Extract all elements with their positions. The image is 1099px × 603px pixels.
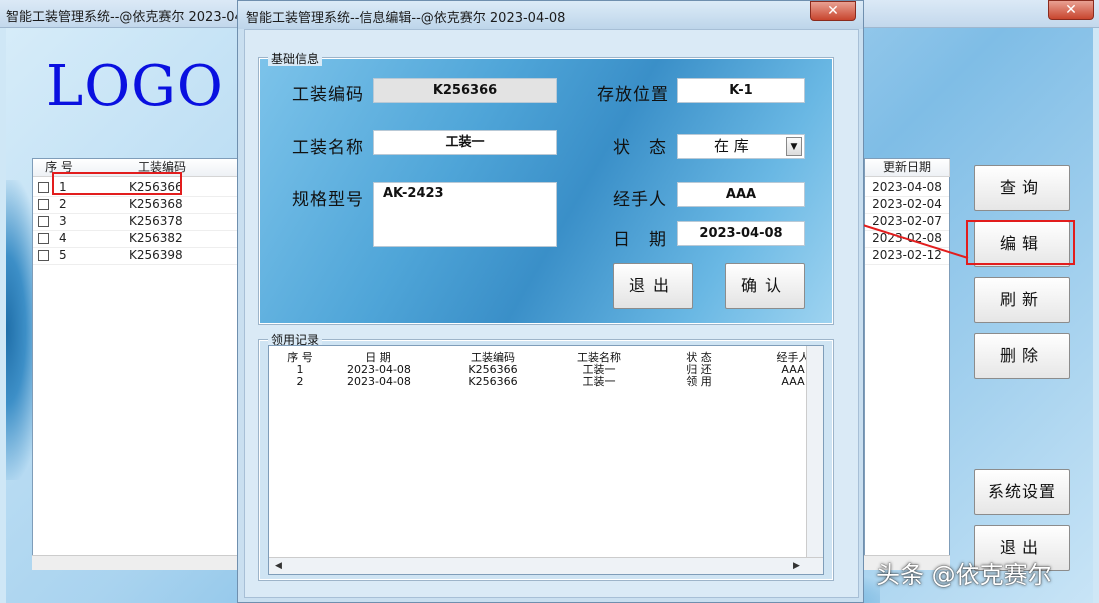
row-num: 3 xyxy=(59,214,67,228)
row-code: K256382 xyxy=(129,231,183,245)
status-label: 状 态 xyxy=(613,138,667,158)
date-field[interactable]: 2023-04-08 xyxy=(677,221,805,246)
row-code: K256378 xyxy=(129,214,183,228)
record-cell: 1 xyxy=(296,363,304,376)
edit-button-highlight xyxy=(966,220,1075,265)
chevron-down-icon[interactable]: ▼ xyxy=(786,137,802,156)
list-horizontal-scrollbar[interactable] xyxy=(32,555,240,570)
row-num: 5 xyxy=(59,248,67,262)
dialog-title: 智能工装管理系统--信息编辑--@依克赛尔 2023-04-08 xyxy=(246,11,566,26)
name-field[interactable]: 工装一 xyxy=(373,130,557,155)
row-checkbox[interactable] xyxy=(38,233,49,244)
dialog-exit-button[interactable]: 退出 xyxy=(613,263,693,309)
main-close-button[interactable]: ✕ xyxy=(1048,0,1094,20)
logo: LOGO xyxy=(46,54,224,119)
records-vertical-scrollbar[interactable] xyxy=(806,346,823,557)
records-header-name: 工装名称 xyxy=(577,351,621,364)
status-select[interactable]: 在 库 ▼ xyxy=(677,134,805,159)
records-list[interactable]: 序 号 日 期 工装编码 工装名称 状 态 经手人 1 2023-04-08 K… xyxy=(268,345,824,575)
table-row[interactable]: 5 K256398 xyxy=(33,247,239,265)
records-horizontal-scrollbar[interactable]: ◀ ▶ xyxy=(269,557,823,574)
row-checkbox[interactable] xyxy=(38,250,49,261)
selected-row-highlight xyxy=(52,172,182,195)
row-code: K256368 xyxy=(129,197,183,211)
scroll-left-icon[interactable]: ◀ xyxy=(271,559,286,574)
spec-field[interactable]: AK-2423 xyxy=(373,182,557,247)
dialog-title-bar: 智能工装管理系统--信息编辑--@依克赛尔 2023-04-08 xyxy=(238,1,863,29)
location-field[interactable]: K-1 xyxy=(677,78,805,103)
table-row[interactable]: 2 K256368 xyxy=(33,196,239,214)
list-item[interactable]: 2023-04-08 xyxy=(865,179,949,197)
records-header-date: 日 期 xyxy=(365,351,391,364)
records-header-num: 序 号 xyxy=(287,351,313,364)
location-label: 存放位置 xyxy=(597,85,669,105)
row-code: K256398 xyxy=(129,248,183,262)
record-cell: K256366 xyxy=(468,363,518,376)
records-header-code: 工装编码 xyxy=(471,351,515,364)
refresh-button[interactable]: 刷新 xyxy=(974,277,1070,323)
records-header-status: 状 态 xyxy=(686,351,712,364)
spec-label: 规格型号 xyxy=(292,190,364,210)
row-num: 4 xyxy=(59,231,67,245)
settings-button[interactable]: 系统设置 xyxy=(974,469,1070,515)
handler-label: 经手人 xyxy=(613,190,667,210)
record-cell: 工装一 xyxy=(582,363,616,376)
basic-info-group-label: 基础信息 xyxy=(268,52,323,66)
main-window-title: 智能工装管理系统--@依克赛尔 2023-04-08 xyxy=(6,10,265,25)
row-checkbox[interactable] xyxy=(38,216,49,227)
row-num: 2 xyxy=(59,197,67,211)
watermark: 头条 @依克赛尔 xyxy=(876,561,1052,589)
record-cell: K256366 xyxy=(468,375,518,388)
code-field[interactable]: K256366 xyxy=(373,78,557,103)
date-label: 日 期 xyxy=(613,230,667,250)
tooling-list[interactable]: 序 号 工装编码 1 K256366 2 K256368 3 K256378 4… xyxy=(32,158,240,570)
handler-field[interactable]: AAA xyxy=(677,182,805,207)
query-button[interactable]: 查询 xyxy=(974,165,1070,211)
record-cell: 2023-04-08 xyxy=(347,375,411,388)
confirm-button[interactable]: 确认 xyxy=(725,263,805,309)
record-cell: 归 还 xyxy=(686,363,712,376)
dialog-close-button[interactable]: ✕ xyxy=(810,1,856,21)
table-row[interactable]: 4 K256382 xyxy=(33,230,239,248)
record-cell: 2 xyxy=(296,375,304,388)
column-header-update-date[interactable]: 更新日期 xyxy=(865,159,950,177)
status-selected-value: 在 库 xyxy=(714,137,749,155)
record-cell: 2023-04-08 xyxy=(347,363,411,376)
row-checkbox[interactable] xyxy=(38,182,49,193)
record-cell: 领 用 xyxy=(686,375,712,388)
table-row[interactable]: 3 K256378 xyxy=(33,213,239,231)
code-label: 工装编码 xyxy=(292,85,364,105)
scroll-right-icon[interactable]: ▶ xyxy=(789,559,804,574)
record-cell: 工装一 xyxy=(582,375,616,388)
delete-button[interactable]: 删除 xyxy=(974,333,1070,379)
row-checkbox[interactable] xyxy=(38,199,49,210)
name-label: 工装名称 xyxy=(292,138,364,158)
